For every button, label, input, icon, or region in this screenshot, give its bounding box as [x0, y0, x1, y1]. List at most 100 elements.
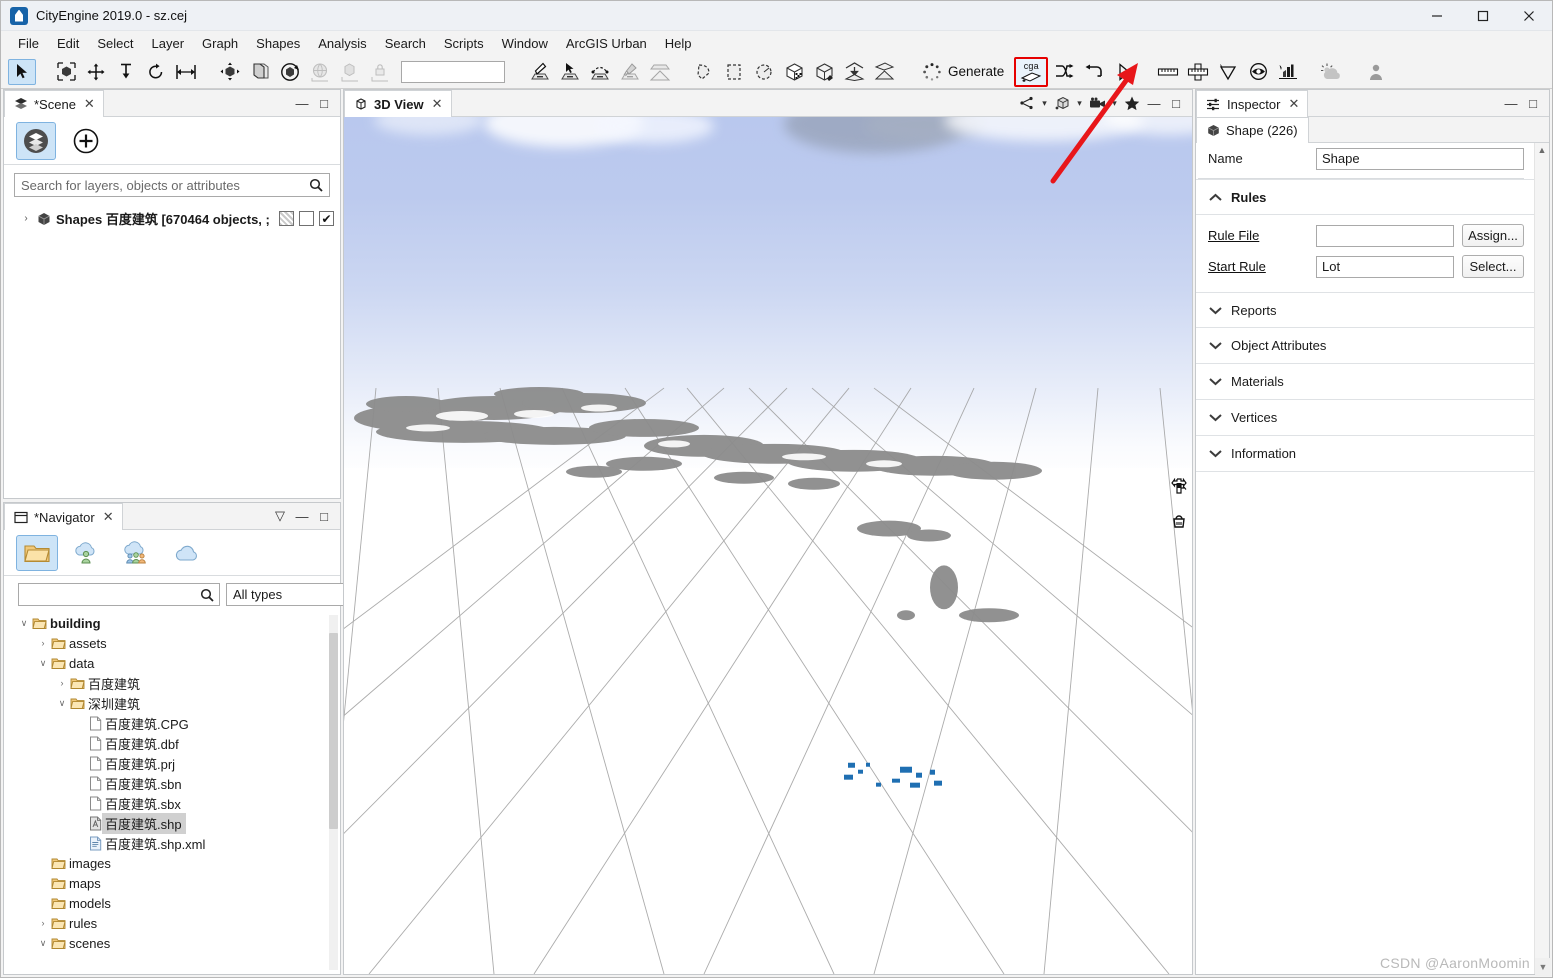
chevron-right-icon[interactable]: › — [54, 678, 70, 688]
navigator-scrollbar[interactable] — [329, 615, 338, 970]
maximize-icon[interactable]: □ — [1166, 93, 1186, 113]
shuffle-seed-icon[interactable] — [1050, 59, 1078, 85]
undo-rule-icon[interactable] — [1080, 59, 1108, 85]
tab-3d-view[interactable]: 3D View ✕ — [344, 90, 452, 117]
rectangular-shape-icon[interactable] — [720, 59, 748, 85]
maximize-icon[interactable]: □ — [314, 506, 334, 526]
chevron-right-icon[interactable]: › — [35, 918, 51, 928]
scale-icon[interactable] — [172, 59, 200, 85]
shadow-eye-icon[interactable] — [1244, 59, 1272, 85]
play-cursor-icon[interactable] — [1110, 59, 1138, 85]
scrollbar-thumb[interactable] — [329, 633, 338, 829]
search-input[interactable] — [24, 587, 200, 602]
minimize-icon[interactable]: — — [1144, 93, 1164, 113]
street-cursor-icon[interactable] — [556, 59, 584, 85]
align-down-icon[interactable] — [112, 59, 140, 85]
maximize-icon[interactable]: □ — [314, 93, 334, 113]
chevron-down-icon[interactable]: ∨ — [54, 698, 70, 709]
tab-scene[interactable]: *Scene ✕ — [4, 90, 104, 117]
tree-item-rules[interactable]: › rules — [4, 913, 340, 933]
shared-content-cloud-icon[interactable] — [116, 535, 158, 571]
layer-lock-checkbox[interactable] — [279, 211, 294, 226]
subtab-shape[interactable]: Shape (226) — [1196, 117, 1309, 143]
inspector-scrollbar[interactable]: ▲ ▼ — [1534, 143, 1549, 974]
tree-item-百度建筑[interactable]: › 百度建筑 — [4, 673, 340, 693]
close-button[interactable] — [1506, 1, 1552, 31]
rule-file-field[interactable] — [1316, 224, 1454, 247]
rule-file-label[interactable]: Rule File — [1208, 228, 1308, 243]
section-rules[interactable]: Rules — [1196, 179, 1534, 215]
menu-edit[interactable]: Edit — [48, 33, 88, 54]
rotate-object-icon[interactable] — [276, 59, 304, 85]
scroll-up-icon[interactable]: ▲ — [1538, 145, 1547, 155]
object-axes-icon[interactable] — [336, 59, 364, 85]
layer-select-checkbox[interactable] — [299, 211, 314, 226]
menu-scripts[interactable]: Scripts — [435, 33, 493, 54]
measure-ruler-icon[interactable] — [1154, 59, 1182, 85]
close-icon[interactable]: ✕ — [1288, 96, 1299, 112]
bar-chart-icon[interactable] — [1274, 59, 1302, 85]
street-cleanup-icon[interactable] — [616, 59, 644, 85]
tree-item-百度建筑.shp[interactable]: 百度建筑.shp — [4, 812, 340, 834]
tree-item-百度建筑.dbf[interactable]: 百度建筑.dbf — [4, 733, 340, 753]
scene-layers-icon[interactable] — [16, 121, 56, 160]
close-icon[interactable]: ✕ — [84, 96, 95, 112]
person-account-icon[interactable] — [1362, 59, 1390, 85]
align-shapes-terrain-icon[interactable] — [870, 59, 898, 85]
minimize-icon[interactable]: — — [1501, 93, 1521, 113]
minimize-icon[interactable]: — — [292, 506, 312, 526]
maximize-icon[interactable]: □ — [1523, 93, 1543, 113]
toolbar-search-input[interactable] — [401, 60, 505, 83]
section-information[interactable]: Information — [1196, 436, 1534, 472]
tree-item-building[interactable]: ∨ building — [4, 613, 340, 633]
section-materials[interactable]: Materials — [1196, 364, 1534, 400]
rotate-icon[interactable] — [142, 59, 170, 85]
section-object-attributes[interactable]: Object Attributes — [1196, 328, 1534, 364]
scene-search-box[interactable] — [14, 173, 330, 197]
model-display-icon[interactable] — [1052, 93, 1072, 113]
camera-icon[interactable] — [1087, 93, 1107, 113]
tree-item-assets[interactable]: › assets — [4, 633, 340, 653]
menu-select[interactable]: Select — [88, 33, 142, 54]
globe-locate-icon[interactable] — [306, 59, 334, 85]
tree-item-百度建筑.shp.xml[interactable]: 百度建筑.shp.xml — [4, 833, 340, 853]
chevron-right-icon[interactable]: › — [20, 213, 32, 224]
lock-axes-icon[interactable] — [366, 59, 394, 85]
minimize-icon[interactable]: — — [292, 93, 312, 113]
tree-item-data[interactable]: ∨ data — [4, 653, 340, 673]
menu-analysis[interactable]: Analysis — [309, 33, 375, 54]
search-input[interactable] — [21, 177, 309, 193]
tree-item-深圳建筑[interactable]: ∨ 深圳建筑 — [4, 693, 340, 713]
chevron-down-icon[interactable]: ▾ — [1039, 93, 1050, 113]
polyline-street-icon[interactable] — [526, 59, 554, 85]
chevron-down-icon[interactable]: ▾ — [1074, 93, 1085, 113]
maximize-button[interactable] — [1460, 1, 1506, 31]
compass-navigation-icon[interactable] — [1170, 477, 1188, 495]
tree-item-百度建筑.prj[interactable]: 百度建筑.prj — [4, 753, 340, 773]
name-field[interactable]: Shape — [1316, 147, 1524, 170]
start-rule-label[interactable]: Start Rule — [1208, 259, 1308, 274]
paint-cube-icon[interactable] — [810, 59, 838, 85]
measure-area-icon[interactable] — [1184, 59, 1212, 85]
section-reports[interactable]: Reports — [1196, 292, 1534, 328]
tree-item-models[interactable]: models — [4, 893, 340, 913]
menu-shapes[interactable]: Shapes — [247, 33, 309, 54]
duplicate-icon[interactable] — [246, 59, 274, 85]
weather-cloud-icon[interactable] — [1318, 59, 1346, 85]
select-arrow-icon[interactable] — [8, 58, 36, 85]
assign-button[interactable]: Assign... — [1462, 224, 1524, 247]
search-icon[interactable] — [309, 178, 323, 192]
curved-street-icon[interactable] — [586, 59, 614, 85]
layer-row-shapes[interactable]: › Shapes 百度建筑 [670464 objects, ; ✔ — [4, 207, 340, 230]
move-icon[interactable] — [82, 59, 110, 85]
chevron-down-icon[interactable]: ∨ — [35, 658, 51, 669]
circular-shape-icon[interactable] — [750, 59, 778, 85]
push-pull-icon[interactable] — [216, 59, 244, 85]
tree-item-百度建筑.CPG[interactable]: 百度建筑.CPG — [4, 713, 340, 733]
menu-layer[interactable]: Layer — [143, 33, 194, 54]
tab-navigator[interactable]: *Navigator ✕ — [4, 503, 123, 530]
minimize-button[interactable] — [1414, 1, 1460, 31]
tab-inspector[interactable]: Inspector ✕ — [1196, 90, 1309, 117]
menu-window[interactable]: Window — [493, 33, 557, 54]
layer-visible-checkbox[interactable]: ✔ — [319, 211, 334, 226]
